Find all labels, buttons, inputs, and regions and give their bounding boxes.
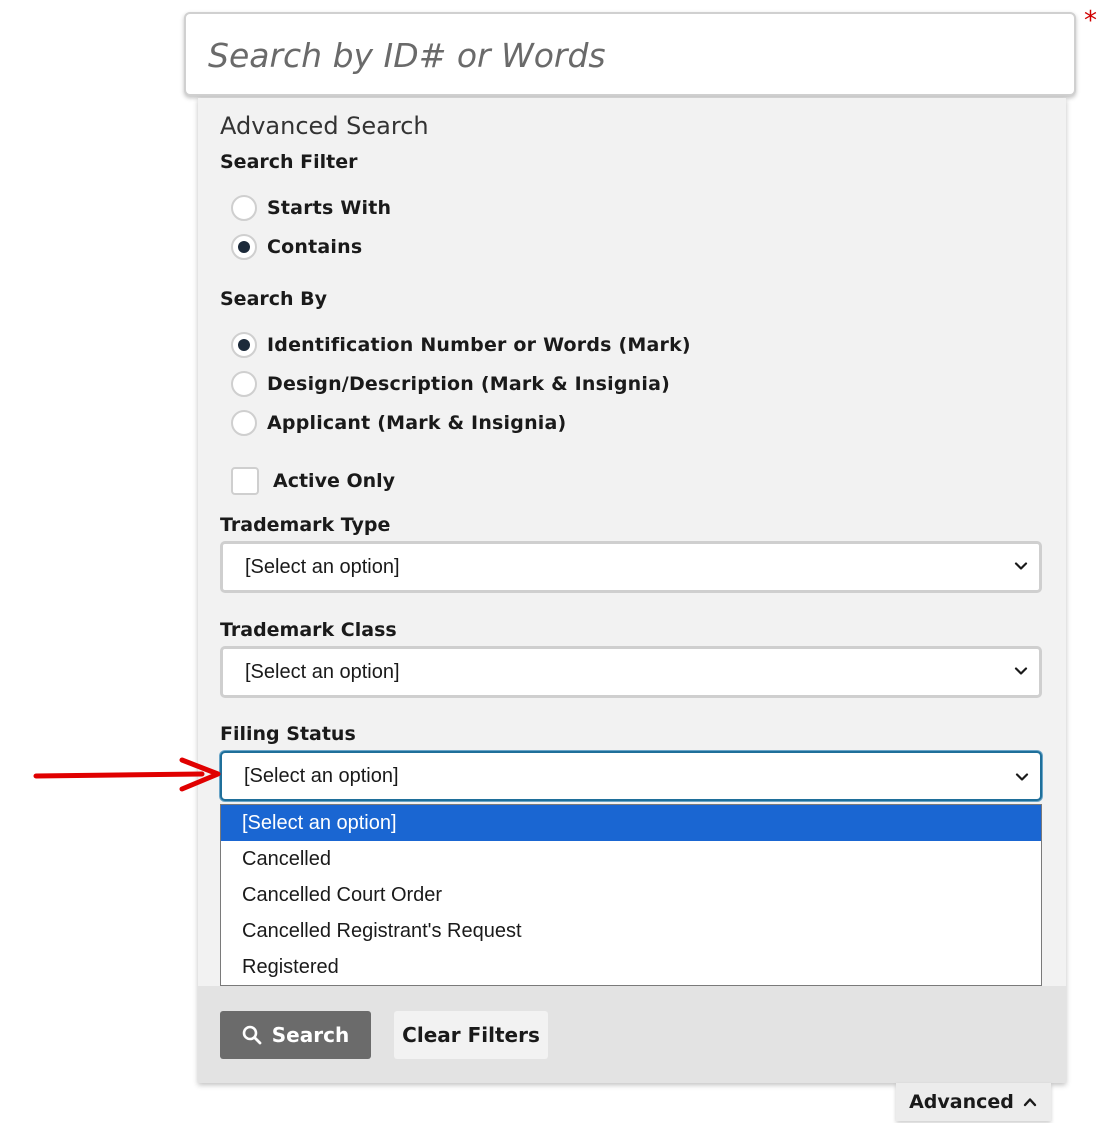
radio-starts-with[interactable]: Starts With <box>231 193 391 223</box>
clear-filters-label: Clear Filters <box>402 1023 540 1047</box>
advanced-toggle-button[interactable]: Advanced <box>896 1083 1051 1121</box>
filing-status-select[interactable]: [Select an option] <box>220 751 1042 801</box>
chevron-down-icon <box>1014 667 1028 675</box>
advanced-search-panel: Advanced Search Search Filter Starts Wit… <box>198 98 1066 1083</box>
radio-design-description[interactable]: Design/Description (Mark & Insignia) <box>231 369 670 399</box>
radio-label: Contains <box>267 236 363 258</box>
select-value: [Select an option] <box>245 555 400 578</box>
radio-label: Starts With <box>267 197 392 219</box>
panel-footer: Search Clear Filters <box>198 986 1066 1083</box>
trademark-type-label: Trademark Type <box>220 514 391 536</box>
trademark-class-label: Trademark Class <box>220 619 397 641</box>
filing-status-label: Filing Status <box>220 723 356 745</box>
search-input[interactable] <box>208 28 1048 82</box>
red-arrow-annotation <box>33 757 221 792</box>
radio-button[interactable] <box>231 195 257 221</box>
select-value: [Select an option] <box>244 764 399 787</box>
clear-filters-button[interactable]: Clear Filters <box>394 1011 548 1059</box>
dropdown-option[interactable]: Cancelled Court Order <box>221 877 1041 913</box>
chevron-down-icon <box>1014 562 1028 570</box>
radio-button[interactable] <box>231 371 257 397</box>
dropdown-option[interactable]: Cancelled Registrant's Request <box>221 913 1041 949</box>
checkbox-label: Active Only <box>273 470 396 492</box>
trademark-type-select[interactable]: [Select an option] <box>220 541 1042 593</box>
search-icon <box>242 1025 262 1045</box>
dropdown-option[interactable]: Registered <box>221 949 1041 985</box>
radio-contains[interactable]: Contains <box>231 232 362 262</box>
chevron-down-icon <box>1015 773 1029 781</box>
search-filter-label: Search Filter <box>220 151 358 173</box>
radio-label: Design/Description (Mark & Insignia) <box>267 373 671 395</box>
panel-title: Advanced Search <box>220 112 429 140</box>
radio-label: Identification Number or Words (Mark) <box>267 334 691 356</box>
radio-label: Applicant (Mark & Insignia) <box>267 412 567 434</box>
radio-applicant[interactable]: Applicant (Mark & Insignia) <box>231 408 566 438</box>
search-button-label: Search <box>271 1023 350 1047</box>
checkbox[interactable] <box>231 467 259 495</box>
trademark-class-select[interactable]: [Select an option] <box>220 646 1042 698</box>
search-by-label: Search By <box>220 288 328 310</box>
search-button[interactable]: Search <box>220 1011 371 1059</box>
dropdown-option[interactable]: Cancelled <box>221 841 1041 877</box>
dropdown-option[interactable]: [Select an option] <box>221 805 1041 841</box>
required-marker: * <box>1084 6 1097 36</box>
radio-button-checked[interactable] <box>231 234 257 260</box>
chevron-up-icon <box>1023 1098 1037 1107</box>
active-only-checkbox[interactable]: Active Only <box>231 466 395 496</box>
advanced-toggle-label: Advanced <box>909 1091 1014 1113</box>
select-value: [Select an option] <box>245 660 400 683</box>
search-box[interactable] <box>184 12 1076 96</box>
radio-button[interactable] <box>231 410 257 436</box>
radio-id-or-words[interactable]: Identification Number or Words (Mark) <box>231 330 691 360</box>
radio-button-checked[interactable] <box>231 332 257 358</box>
filing-status-dropdown-list: [Select an option] Cancelled Cancelled C… <box>220 804 1042 986</box>
